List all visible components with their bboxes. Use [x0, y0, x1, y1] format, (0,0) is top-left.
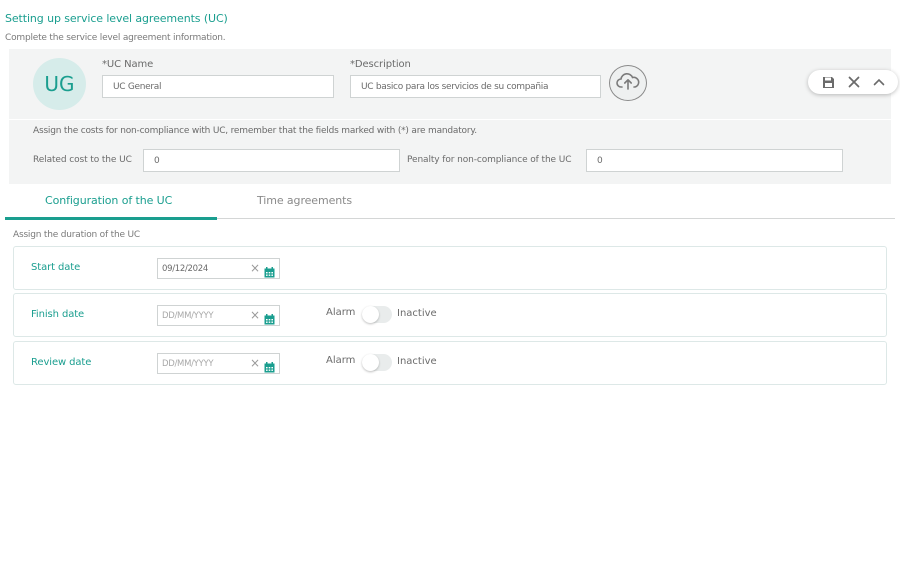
- clear-icon[interactable]: ×: [250, 309, 260, 321]
- clear-icon[interactable]: ×: [250, 262, 260, 274]
- start-date-input[interactable]: [158, 259, 246, 278]
- header-divider: [9, 119, 891, 120]
- uc-name-input[interactable]: [102, 75, 334, 98]
- finish-date-picker: ×: [157, 305, 280, 326]
- finish-date-input[interactable]: [158, 306, 246, 325]
- start-date-row: Start date ×: [13, 246, 887, 290]
- uc-name-label: *UC Name: [102, 59, 154, 70]
- calendar-icon[interactable]: [264, 310, 275, 329]
- finish-alarm-label: Alarm: [326, 307, 356, 318]
- description-input[interactable]: [350, 75, 601, 98]
- avatar: UG: [33, 58, 86, 110]
- clear-icon[interactable]: ×: [250, 357, 260, 369]
- upload-button[interactable]: [609, 65, 647, 101]
- duration-section-label: Assign the duration of the UC: [13, 230, 140, 240]
- header-actions: [808, 70, 898, 94]
- review-date-input[interactable]: [158, 354, 246, 373]
- finish-alarm-toggle[interactable]: [362, 306, 392, 323]
- review-alarm-label: Alarm: [326, 355, 356, 366]
- page-title: Setting up service level agreements (UC): [5, 12, 228, 25]
- finish-date-row: Finish date × Alarm Inactive: [13, 293, 887, 337]
- penalty-label: Penalty for non-compliance of the UC: [407, 155, 572, 165]
- penalty-input[interactable]: [586, 149, 843, 172]
- costs-note: Assign the costs for non-compliance with…: [33, 126, 477, 136]
- tab-time-agreements[interactable]: Time agreements: [257, 194, 352, 207]
- toggle-knob: [362, 306, 379, 323]
- review-alarm-toggle[interactable]: [362, 354, 392, 371]
- finish-date-label: Finish date: [31, 309, 85, 320]
- review-date-picker: ×: [157, 353, 280, 374]
- review-alarm-state: Inactive: [397, 356, 437, 367]
- tab-configuration[interactable]: Configuration of the UC: [45, 194, 172, 207]
- related-cost-label: Related cost to the UC: [33, 155, 132, 165]
- related-cost-input[interactable]: [143, 149, 400, 172]
- save-icon[interactable]: [822, 76, 835, 89]
- calendar-icon[interactable]: [264, 263, 275, 282]
- calendar-icon[interactable]: [264, 358, 275, 377]
- review-date-label: Review date: [31, 357, 92, 368]
- start-date-picker: ×: [157, 258, 280, 279]
- finish-alarm-state: Inactive: [397, 308, 437, 319]
- review-date-row: Review date × Alarm Inactive: [13, 341, 887, 385]
- toggle-knob: [362, 354, 379, 371]
- uc-tabs: Configuration of the UC Time agreements: [5, 184, 895, 220]
- active-tab-indicator: [5, 217, 217, 220]
- close-icon[interactable]: [848, 76, 860, 88]
- chevron-up-icon[interactable]: [873, 78, 885, 86]
- start-date-label: Start date: [31, 262, 81, 273]
- cloud-upload-icon: [616, 71, 640, 95]
- uc-header-panel: UG *UC Name *Description: [9, 49, 898, 184]
- page-subtitle: Complete the service level agreement inf…: [5, 33, 226, 43]
- description-label: *Description: [350, 59, 411, 70]
